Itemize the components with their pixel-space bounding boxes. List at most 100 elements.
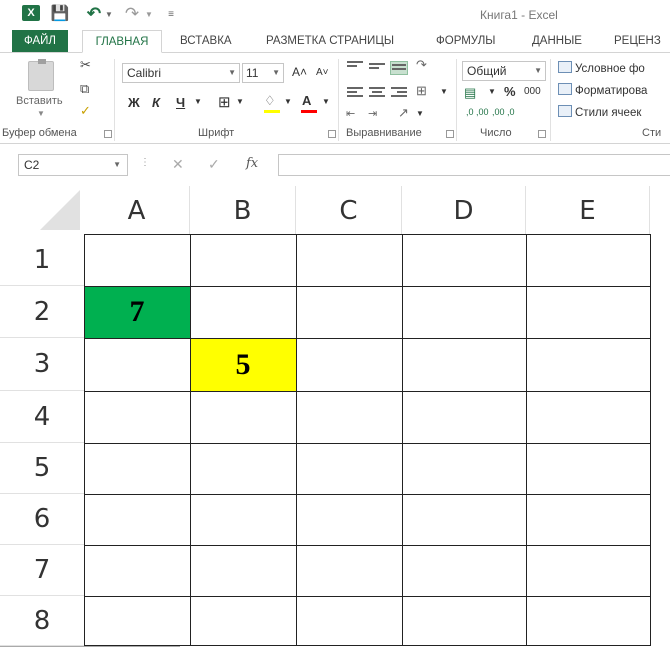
chevron-down-icon[interactable]: ▼: [440, 87, 448, 96]
row-header-4[interactable]: 4: [0, 391, 84, 443]
column-header-d[interactable]: D: [402, 186, 526, 234]
undo-dropdown-icon[interactable]: ▼: [104, 5, 114, 23]
row-header-1[interactable]: 1: [0, 234, 84, 286]
chevron-down-icon[interactable]: ▼: [322, 97, 330, 106]
number-launcher-icon[interactable]: [538, 130, 546, 138]
redo-icon[interactable]: ↷: [124, 4, 140, 23]
conditional-formatting-button[interactable]: Условное фо: [558, 61, 645, 75]
tab-formulas[interactable]: ФОРМУЛЫ: [436, 30, 495, 52]
shrink-font-button[interactable]: A˅: [316, 67, 329, 78]
chevron-down-icon[interactable]: ▼: [416, 109, 424, 118]
separator: [550, 59, 551, 141]
clipboard-group-label: Буфер обмена: [2, 127, 77, 139]
merge-icon[interactable]: ⊞: [416, 83, 427, 99]
font-color-indicator: [301, 110, 317, 113]
paste-button[interactable]: Вставить: [16, 95, 63, 107]
align-bottom-icon[interactable]: [390, 61, 408, 75]
align-top-icon[interactable]: [346, 59, 364, 73]
grid-line: [296, 234, 297, 646]
chevron-down-icon[interactable]: ▼: [488, 87, 496, 96]
row-header-8[interactable]: 8: [0, 596, 84, 646]
number-format-value: Общий: [467, 64, 507, 78]
column-header-e[interactable]: E: [526, 186, 650, 234]
cell-styles-label: Стили ячеек: [575, 107, 642, 119]
borders-icon[interactable]: ⊞: [218, 93, 231, 111]
row-header-6[interactable]: 6: [0, 494, 84, 545]
customize-toolbar-icon[interactable]: ≡: [166, 5, 176, 23]
thousands-separator-button[interactable]: 000: [524, 86, 541, 97]
italic-button[interactable]: К: [152, 95, 160, 110]
format-as-table-button[interactable]: Форматирова: [558, 83, 647, 97]
increase-indent-icon[interactable]: ⇥: [368, 107, 377, 120]
font-size-field[interactable]: 11 ▼: [242, 63, 284, 83]
formula-input[interactable]: [278, 154, 670, 176]
increase-decimal-button[interactable]: ,0 ,00: [466, 107, 489, 117]
align-middle-icon[interactable]: [368, 61, 386, 75]
row-header-7[interactable]: 7: [0, 545, 84, 596]
tab-insert[interactable]: ВСТАВКА: [180, 30, 232, 52]
underline-button[interactable]: Ч: [176, 95, 185, 110]
cut-icon[interactable]: ✂: [80, 57, 91, 73]
worksheet-grid: A B C D E 1 2 3 4 5 6 7 8 7 5: [0, 186, 670, 655]
alignment-launcher-icon[interactable]: [446, 130, 454, 138]
chevron-down-icon[interactable]: ▼: [194, 97, 202, 106]
redo-dropdown-icon[interactable]: ▼: [144, 5, 154, 23]
align-left-icon[interactable]: [346, 85, 364, 99]
number-format-field[interactable]: Общий ▼: [462, 61, 546, 81]
alignment-group-label: Выравнивание: [346, 127, 422, 139]
save-icon[interactable]: 💾: [51, 5, 70, 22]
decrease-indent-icon[interactable]: ⇤: [346, 107, 355, 120]
cancel-icon[interactable]: ✕: [172, 156, 184, 173]
tab-page-layout[interactable]: РАЗМЕТКА СТРАНИЦЫ: [266, 30, 394, 52]
cell-styles-button[interactable]: Стили ячеек: [558, 105, 641, 119]
formula-bar-grip-icon[interactable]: ⋮: [140, 157, 150, 168]
tab-review[interactable]: РЕЦЕНЗ: [614, 30, 661, 52]
fill-color-indicator: [264, 110, 280, 113]
clipboard-launcher-icon[interactable]: [104, 130, 112, 138]
grid-line: [84, 234, 85, 646]
select-all-corner[interactable]: [0, 186, 84, 234]
copy-icon[interactable]: ⧉: [80, 81, 89, 97]
format-as-table-label: Форматирова: [575, 85, 648, 97]
undo-icon[interactable]: ↶: [86, 4, 102, 23]
font-name-field[interactable]: Calibri ▼: [122, 63, 240, 83]
name-box-value: C2: [24, 158, 40, 172]
font-color-icon[interactable]: A: [302, 93, 311, 108]
row-header-3[interactable]: 3: [0, 338, 84, 391]
styles-group-label: Сти: [642, 127, 662, 139]
bold-button[interactable]: Ж: [128, 95, 140, 110]
row-header-2[interactable]: 2: [0, 286, 84, 338]
insert-function-icon[interactable]: fx: [246, 156, 258, 171]
chevron-down-icon[interactable]: ▼: [236, 97, 244, 106]
column-header-c[interactable]: C: [296, 186, 402, 234]
align-right-icon[interactable]: [390, 85, 408, 99]
tab-data[interactable]: ДАННЫЕ: [532, 30, 582, 52]
format-painter-icon[interactable]: ✓: [80, 103, 91, 119]
row-header-5[interactable]: 5: [0, 443, 84, 494]
name-box[interactable]: C2 ▼: [18, 154, 128, 176]
cell-a2[interactable]: 7: [84, 286, 190, 338]
grid-line: [84, 234, 651, 235]
window-title: Книга1 - Excel: [480, 8, 558, 22]
chevron-down-icon[interactable]: ▼: [284, 97, 292, 106]
grow-font-button[interactable]: A˄: [292, 65, 307, 79]
decrease-decimal-button[interactable]: ,00 ,0: [492, 107, 515, 117]
grid-line: [190, 234, 191, 646]
tab-file[interactable]: ФАЙЛ: [12, 30, 68, 52]
cell-b3[interactable]: 5: [190, 338, 296, 391]
percent-button[interactable]: %: [504, 84, 516, 99]
text-direction-icon[interactable]: ↗: [398, 105, 409, 121]
paste-icon[interactable]: [28, 59, 54, 91]
fill-color-icon[interactable]: ♢: [264, 93, 276, 109]
align-center-icon[interactable]: [368, 85, 386, 99]
column-header-b[interactable]: B: [190, 186, 296, 234]
enter-icon[interactable]: ✓: [208, 156, 220, 173]
currency-icon[interactable]: ▤: [464, 85, 476, 101]
wrap-orientation-icon[interactable]: ↷: [416, 57, 427, 73]
ribbon: Вставить ▼ ✂ ⧉ ✓ Буфер обмена Calibri ▼ 1…: [0, 52, 670, 144]
font-launcher-icon[interactable]: [328, 130, 336, 138]
chevron-down-icon: ▼: [534, 66, 542, 75]
paste-dropdown-icon[interactable]: ▼: [37, 109, 45, 118]
tab-home[interactable]: ГЛАВНАЯ: [82, 30, 162, 53]
column-header-a[interactable]: A: [84, 186, 190, 234]
